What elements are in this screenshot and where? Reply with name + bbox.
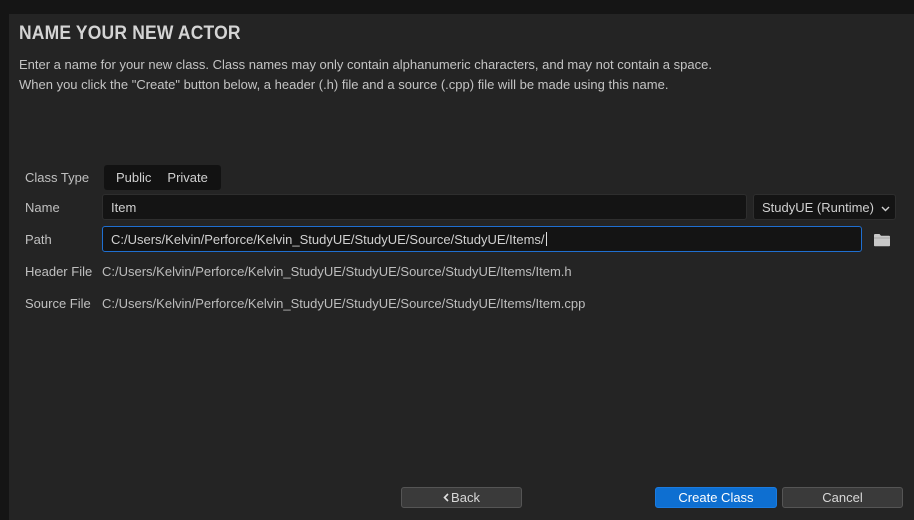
folder-icon (873, 234, 891, 251)
path-value: C:/Users/Kelvin/Perforce/Kelvin_StudyUE/… (111, 231, 545, 247)
path-input[interactable]: C:/Users/Kelvin/Perforce/Kelvin_StudyUE/… (102, 226, 862, 252)
back-button-label: Back (451, 490, 480, 505)
cancel-button[interactable]: Cancel (782, 487, 903, 508)
path-label: Path (25, 232, 52, 247)
class-name-value: Item (111, 199, 137, 215)
create-class-button-label: Create Class (678, 490, 754, 505)
dialog-description-line1: Enter a name for your new class. Class n… (19, 57, 712, 72)
browse-folder-button[interactable] (873, 233, 891, 247)
back-button[interactable]: Back (401, 487, 522, 508)
dialog-title: NAME YOUR NEW ACTOR (19, 23, 241, 44)
header-file-label: Header File (25, 264, 93, 279)
create-class-button[interactable]: Create Class (655, 487, 777, 508)
source-file-path: C:/Users/Kelvin/Perforce/Kelvin_StudyUE/… (102, 296, 586, 311)
dialog-description-line2: When you click the "Create" button below… (19, 77, 669, 92)
class-name-input[interactable]: Item (102, 194, 747, 220)
chevron-left-icon (443, 490, 449, 505)
name-label: Name (25, 200, 60, 215)
module-dropdown[interactable]: StudyUE (Runtime) (753, 194, 896, 220)
cancel-button-label: Cancel (822, 490, 863, 505)
class-type-public-option[interactable]: Public (104, 170, 151, 185)
class-type-selector: Public Private (104, 165, 221, 190)
new-class-dialog: NAME YOUR NEW ACTOR Enter a name for you… (9, 14, 914, 520)
module-dropdown-value: StudyUE (Runtime) (762, 199, 874, 215)
class-type-label: Class Type (25, 170, 90, 185)
class-type-private-option[interactable]: Private (151, 170, 207, 185)
text-caret (545, 232, 547, 246)
header-file-path: C:/Users/Kelvin/Perforce/Kelvin_StudyUE/… (102, 264, 572, 279)
source-file-label: Source File (25, 296, 91, 311)
chevron-down-icon (881, 200, 890, 215)
